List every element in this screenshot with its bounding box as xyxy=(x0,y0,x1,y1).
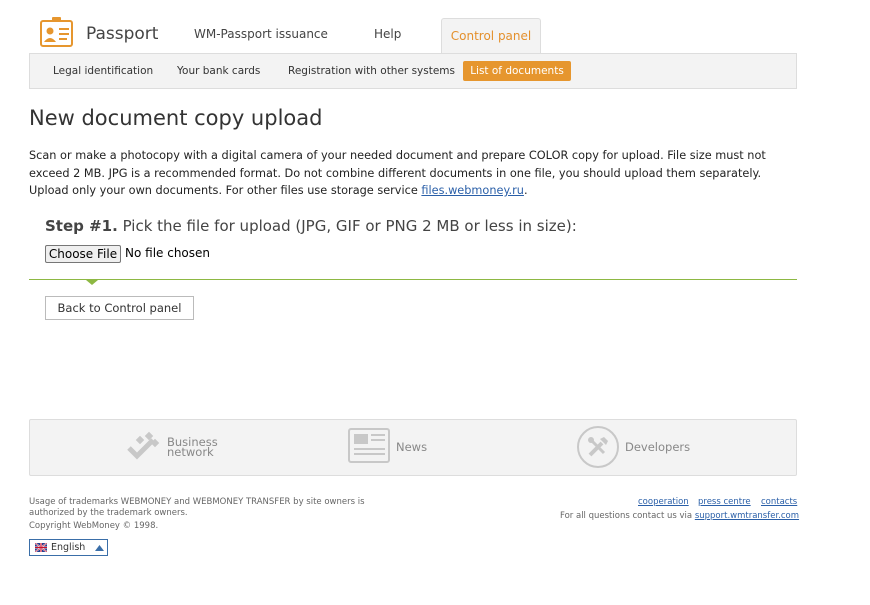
step-label: Step #1. xyxy=(45,217,118,235)
intro-text: Scan or make a photocopy with a digital … xyxy=(29,149,766,197)
subnav-bank-cards[interactable]: Your bank cards xyxy=(177,65,260,77)
subnav-list-of-documents[interactable]: List of documents xyxy=(463,61,571,81)
subnav-legal-identification[interactable]: Legal identification xyxy=(53,65,153,77)
cooperation-link[interactable]: cooperation xyxy=(638,497,689,507)
back-to-control-panel-button[interactable]: Back to Control panel xyxy=(45,296,194,320)
passport-logo-icon xyxy=(40,17,73,47)
trademark-notice: Usage of trademarks WEBMONEY and WEBMONE… xyxy=(29,497,365,518)
section-divider xyxy=(29,279,797,280)
business-network-link[interactable]: Business network xyxy=(167,436,218,459)
language-selector[interactable]: English xyxy=(29,539,108,556)
support-line: For all questions contact us via support… xyxy=(560,511,799,521)
intro-paragraph: Scan or make a photocopy with a digital … xyxy=(29,147,799,200)
business-label-2: network xyxy=(167,445,214,459)
copyright: Copyright WebMoney © 1998. xyxy=(29,521,159,531)
support-link[interactable]: support.wmtransfer.com xyxy=(695,511,799,521)
business-network-icon[interactable] xyxy=(126,431,160,463)
files-webmoney-link[interactable]: files.webmoney.ru xyxy=(421,184,524,197)
file-status: No file chosen xyxy=(125,246,211,260)
developers-tools-icon[interactable] xyxy=(576,425,620,469)
divider-notch xyxy=(86,280,98,285)
intro-end: . xyxy=(523,184,528,197)
developers-link[interactable]: Developers xyxy=(625,441,690,453)
uk-flag-icon xyxy=(35,543,47,552)
step-instruction: Step #1. Pick the file for upload (JPG, … xyxy=(45,217,577,235)
news-icon[interactable] xyxy=(347,427,391,464)
news-link[interactable]: News xyxy=(396,441,427,453)
tab-help[interactable]: Help xyxy=(374,27,401,41)
choose-file-button[interactable]: Choose File xyxy=(45,245,121,263)
page-title: New document copy upload xyxy=(29,106,323,130)
language-label: English xyxy=(51,542,86,553)
chevron-up-icon xyxy=(95,545,104,551)
step-text: Pick the file for upload (JPG, GIF or PN… xyxy=(117,217,577,235)
brand-title[interactable]: Passport xyxy=(86,24,158,44)
contacts-link[interactable]: contacts xyxy=(761,497,797,507)
subnav-registration[interactable]: Registration with other systems xyxy=(288,65,455,77)
support-text: For all questions contact us via xyxy=(560,511,695,521)
tab-passport-issuance[interactable]: WM-Passport issuance xyxy=(194,27,328,41)
tab-control-panel[interactable]: Control panel xyxy=(441,18,541,54)
press-centre-link[interactable]: press centre xyxy=(698,497,751,507)
